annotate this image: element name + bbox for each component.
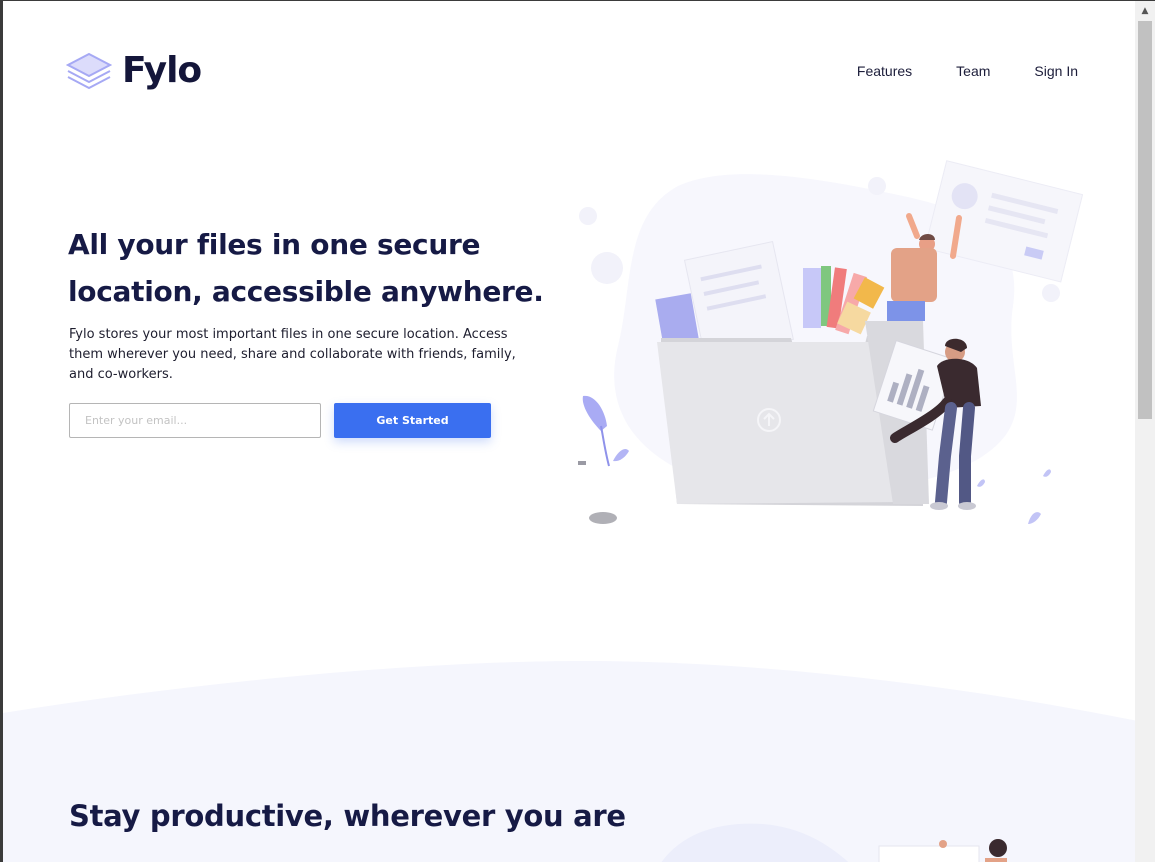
nav-link-sign-in[interactable]: Sign In bbox=[1034, 63, 1078, 79]
browser-viewport: Fylo Features Team Sign In All your file… bbox=[0, 0, 1155, 862]
scrollbar-thumb[interactable] bbox=[1138, 21, 1152, 419]
productive-illustration bbox=[661, 823, 1007, 862]
hero-title: All your files in one secure location, a… bbox=[68, 221, 558, 315]
layers-logo-icon bbox=[66, 52, 112, 90]
main-nav: Features Team Sign In bbox=[857, 63, 1078, 79]
productive-section-title: Stay productive, wherever you are bbox=[69, 799, 626, 833]
vertical-scrollbar[interactable]: ▲ bbox=[1135, 1, 1155, 862]
email-input[interactable] bbox=[69, 403, 321, 438]
get-started-button[interactable]: Get Started bbox=[334, 403, 491, 438]
hero-title-line-2: location, accessible anywhere. bbox=[68, 275, 544, 308]
scroll-up-arrow-icon[interactable]: ▲ bbox=[1135, 1, 1155, 21]
hero-description: Fylo stores your most important files in… bbox=[69, 327, 516, 382]
hero-illustration bbox=[578, 160, 1083, 524]
brand-logo[interactable]: Fylo bbox=[66, 48, 202, 92]
nav-link-team[interactable]: Team bbox=[956, 63, 990, 79]
landing-page: Fylo Features Team Sign In All your file… bbox=[3, 1, 1138, 862]
hero-title-line-1: All your files in one secure bbox=[68, 228, 481, 261]
nav-link-features[interactable]: Features bbox=[857, 63, 912, 79]
brand-name: Fylo bbox=[122, 49, 202, 91]
